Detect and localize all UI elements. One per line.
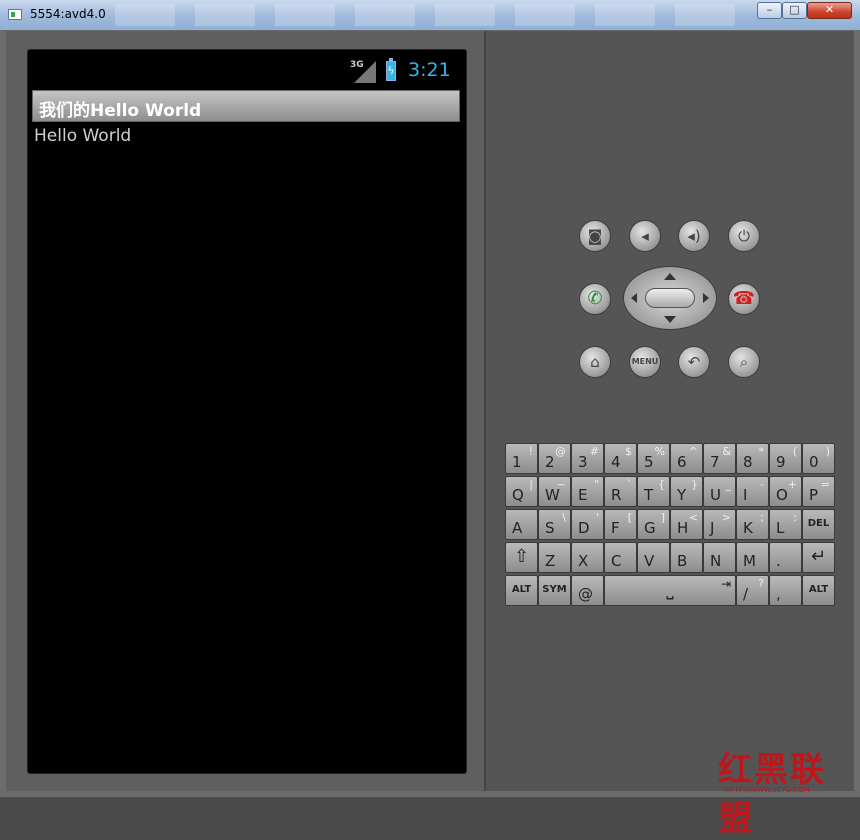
key-i[interactable]: I- <box>736 476 769 507</box>
menu-button[interactable]: MENU <box>629 346 661 378</box>
app-title: 我们的Hello World <box>39 101 202 121</box>
volume-up-button[interactable]: ◂) <box>678 220 710 252</box>
watermark-url: HTTP://WWW.2CTO.COM <box>725 786 810 794</box>
key-n[interactable]: N <box>703 542 736 573</box>
call-button[interactable]: ✆ <box>579 283 611 315</box>
network-type-label: 3G <box>350 60 364 70</box>
back-button[interactable]: ↶ <box>678 346 710 378</box>
key-l[interactable]: L: <box>769 509 802 540</box>
tab-icon: ⇥ <box>720 577 731 591</box>
volume-down-button[interactable]: ◂ <box>629 220 661 252</box>
key-comma[interactable]: , <box>769 575 802 606</box>
home-button[interactable]: ⌂ <box>579 346 611 378</box>
key-p[interactable]: P = <box>802 476 835 507</box>
camera-button[interactable]: ◙ <box>579 220 611 252</box>
key-v[interactable]: V <box>637 542 670 573</box>
key-z[interactable]: Z <box>538 542 571 573</box>
key-g[interactable]: G] <box>637 509 670 540</box>
device-screen[interactable]: 3G ϟ 3:21 我们的Hello World Hello World <box>27 49 467 774</box>
key-c[interactable]: C <box>604 542 637 573</box>
key-e[interactable]: E " <box>571 476 604 507</box>
call-icon: ✆ <box>587 288 603 309</box>
key-5[interactable]: 5% <box>637 443 670 474</box>
app-title-bar: 我们的Hello World <box>32 90 460 122</box>
key-6[interactable]: 6 ^ <box>670 443 703 474</box>
status-bar: 3G ϟ 3:21 <box>28 50 466 88</box>
key-q[interactable]: Q | <box>505 476 538 507</box>
key-alt-left[interactable]: ALT <box>505 575 538 606</box>
key-delete[interactable]: DEL <box>802 509 835 540</box>
power-button[interactable]: ⏻ <box>728 220 760 252</box>
battery-charging-icon: ϟ <box>386 58 396 81</box>
hello-text: Hello World <box>34 126 132 146</box>
close-button[interactable]: ✕ <box>807 2 852 19</box>
key-b[interactable]: B <box>670 542 703 573</box>
shift-icon: ⇧ <box>513 546 530 567</box>
space-icon: ⎵ <box>666 579 674 600</box>
key-r[interactable]: R ` <box>604 476 637 507</box>
volume-down-icon: ◂ <box>641 227 649 245</box>
key-4[interactable]: 4 $ <box>604 443 637 474</box>
key-y[interactable]: Y} <box>670 476 703 507</box>
key-h[interactable]: H < <box>670 509 703 540</box>
search-button[interactable]: ⌕ <box>728 346 760 378</box>
key-1[interactable]: 1! <box>505 443 538 474</box>
app-window-icon <box>8 9 22 20</box>
menu-label: MENU <box>631 357 659 366</box>
back-icon: ↶ <box>687 353 701 371</box>
delete-label: DEL <box>807 518 830 529</box>
search-icon: ⌕ <box>739 353 749 371</box>
key-2[interactable]: 2 @ <box>538 443 571 474</box>
key-o[interactable]: O + <box>769 476 802 507</box>
key-slash[interactable]: /? <box>736 575 769 606</box>
dpad-down-icon[interactable] <box>664 316 676 323</box>
key-3[interactable]: 3 # <box>571 443 604 474</box>
dpad-left-icon[interactable] <box>631 293 637 303</box>
dpad-center-button[interactable] <box>645 288 695 308</box>
key-a[interactable]: A <box>505 509 538 540</box>
key-u[interactable]: U _ <box>703 476 736 507</box>
key-9[interactable]: 9( <box>769 443 802 474</box>
key-enter[interactable]: ↵ <box>802 542 835 573</box>
key-period[interactable]: . <box>769 542 802 573</box>
enter-icon: ↵ <box>810 546 827 567</box>
maximize-button[interactable]: □ <box>782 2 807 19</box>
key-at[interactable]: @ <box>571 575 604 606</box>
window-titlebar: 5554:avd4.0 – □ ✕ <box>0 0 860 31</box>
key-sym[interactable]: SYM <box>538 575 571 606</box>
key-w[interactable]: W ~ <box>538 476 571 507</box>
home-icon: ⌂ <box>590 353 600 371</box>
key-x[interactable]: X <box>571 542 604 573</box>
key-t[interactable]: T{ <box>637 476 670 507</box>
key-k[interactable]: K; <box>736 509 769 540</box>
end-call-icon: ☎ <box>732 288 756 309</box>
key-f[interactable]: F[ <box>604 509 637 540</box>
camera-icon: ◙ <box>587 227 603 245</box>
dpad-right-icon[interactable] <box>703 293 709 303</box>
key-s[interactable]: S \ <box>538 509 571 540</box>
power-icon: ⏻ <box>738 227 750 245</box>
dpad-up-icon[interactable] <box>664 273 676 280</box>
key-m[interactable]: M <box>736 542 769 573</box>
key-d[interactable]: D ' <box>571 509 604 540</box>
key-space[interactable]: ⎵ ⇥ <box>604 575 736 606</box>
minimize-button[interactable]: – <box>757 2 782 19</box>
end-call-button[interactable]: ☎ <box>728 283 760 315</box>
key-7[interactable]: 7 & <box>703 443 736 474</box>
hardware-keyboard: 1! 2 @ 3 # 4 $ 5% 6 ^ 7 & 8 * 9( 0) Q | W ~ E " R… <box>505 443 835 606</box>
titlebar-background-ghost <box>115 4 735 26</box>
dpad[interactable] <box>623 266 717 330</box>
window-title: 5554:avd4.0 <box>30 7 106 21</box>
key-j[interactable]: J > <box>703 509 736 540</box>
key-0[interactable]: 0) <box>802 443 835 474</box>
emulator-controls-panel <box>486 31 854 791</box>
status-clock: 3:21 <box>408 59 451 81</box>
key-alt-right[interactable]: ALT <box>802 575 835 606</box>
key-shift[interactable]: ⇧ <box>505 542 538 573</box>
key-8[interactable]: 8 * <box>736 443 769 474</box>
volume-up-icon: ◂) <box>687 227 701 245</box>
